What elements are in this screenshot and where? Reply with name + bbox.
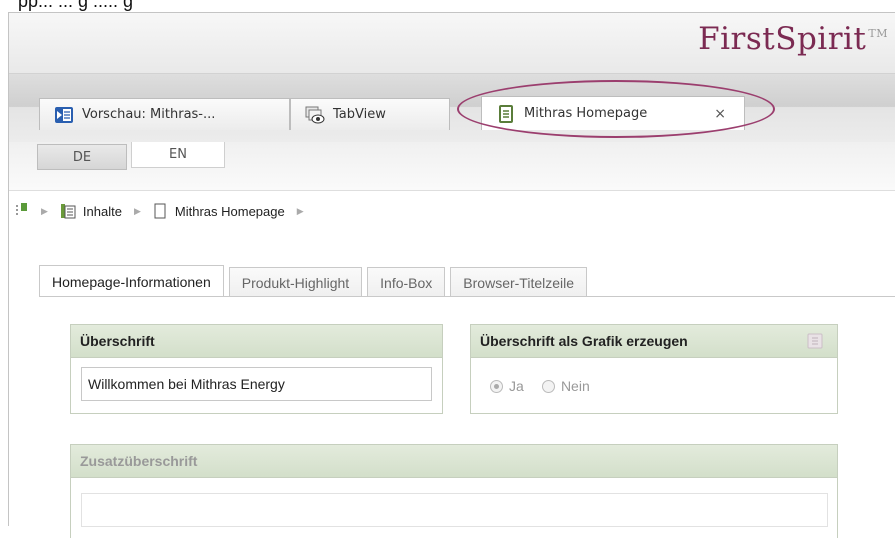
lang-de-tab[interactable]: DE <box>37 144 127 170</box>
headline-input[interactable]: Willkommen bei Mithras Energy <box>81 367 432 401</box>
radio-unchecked-icon <box>541 379 555 393</box>
tab-tabview[interactable]: TabView <box>290 98 450 130</box>
firstspirit-logo: FirstSpirit TM <box>698 21 888 57</box>
tab-mithras-homepage[interactable]: Mithras Homepage × <box>481 96 745 130</box>
page-outline-icon <box>154 203 166 219</box>
tab-info-box[interactable]: Info-Box <box>367 267 446 297</box>
field-grafik: Überschrift als Grafik erzeugen Ja Nein <box>470 324 838 414</box>
tab-produkt-highlight[interactable]: Produkt-Highlight <box>228 267 363 297</box>
document-icon[interactable] <box>807 333 823 349</box>
radio-checked-icon <box>490 379 503 393</box>
form-tabs: Homepage-Informationen Produkt-Highlight… <box>39 265 592 297</box>
field-label: Zusatzüberschrift <box>71 445 837 478</box>
window-tab-strip: Vorschau: Mithras-... TabView Mithras Ho… <box>9 74 895 142</box>
language-bar: DE EN <box>9 142 895 191</box>
caption-text: pp... ... g ..... g <box>18 0 134 11</box>
tab-vorschau[interactable]: Vorschau: Mithras-... <box>39 98 290 130</box>
breadcrumb: ▶ Inhalte ▶ Mithras Homepage ▶ <box>9 190 895 232</box>
radio-nein[interactable]: Nein <box>541 378 590 394</box>
breadcrumb-item-page[interactable]: Mithras Homepage <box>175 204 285 219</box>
chevron-right-icon: ▶ <box>133 205 141 216</box>
field-zusatzueberschrift: Zusatzüberschrift <box>70 444 838 538</box>
chevron-right-icon: ▶ <box>41 205 48 216</box>
tabview-icon <box>305 106 325 123</box>
field-ueberschrift: Überschrift Willkommen bei Mithras Energ… <box>70 324 443 414</box>
subheadline-input[interactable] <box>81 493 828 527</box>
app-window: FirstSpirit TM Vorschau: Mithras-... TabV… <box>8 12 895 538</box>
tab-label: TabView <box>333 107 386 122</box>
field-label: Überschrift <box>71 325 442 358</box>
field-label: Überschrift als Grafik erzeugen <box>471 325 837 358</box>
radio-group: Ja Nein <box>490 378 604 397</box>
folder-content-icon <box>60 204 76 219</box>
breadcrumb-item-inhalte[interactable]: Inhalte <box>83 204 122 219</box>
preview-icon <box>55 106 73 123</box>
radio-ja[interactable]: Ja <box>490 378 524 394</box>
close-icon[interactable]: × <box>714 106 726 122</box>
tree-root-icon[interactable] <box>15 203 29 219</box>
tab-browser-titelzeile[interactable]: Browser-Titelzeile <box>450 267 588 297</box>
tab-label: Mithras Homepage <box>524 106 648 121</box>
page-icon <box>499 104 513 123</box>
app-header: FirstSpirit TM <box>9 13 895 74</box>
tab-homepage-informationen[interactable]: Homepage-Informationen <box>39 265 224 297</box>
lang-en-tab[interactable]: EN <box>131 142 225 168</box>
tab-content-border <box>39 296 895 297</box>
chevron-right-icon: ▶ <box>296 205 304 216</box>
tab-label: Vorschau: Mithras-... <box>82 107 216 122</box>
